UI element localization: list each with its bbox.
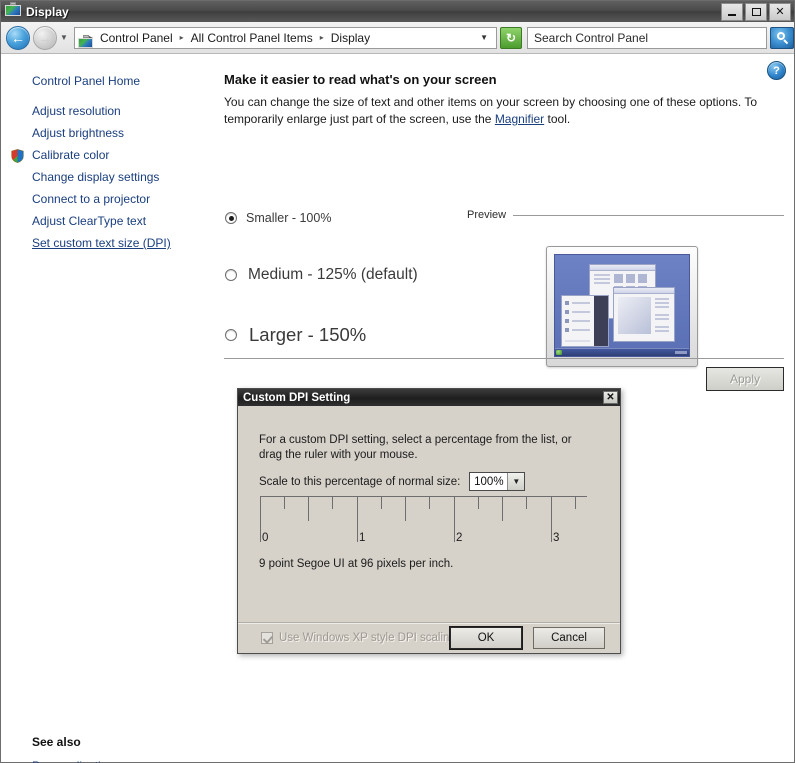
dialog-titlebar: Custom DPI Setting ✕ xyxy=(238,389,620,406)
option-smaller[interactable]: Smaller - 100% xyxy=(225,211,331,225)
minimize-button[interactable] xyxy=(721,3,743,21)
magnifier-icon xyxy=(776,32,788,45)
description-text-after: tool. xyxy=(544,112,571,126)
ok-button[interactable]: OK xyxy=(449,626,523,650)
breadcrumb-item-all-control-panel-items[interactable]: All Control Panel Items xyxy=(189,30,315,46)
dpi-note: 9 point Segoe UI at 96 pixels per inch. xyxy=(259,558,454,570)
page-description: You can change the size of text and othe… xyxy=(224,94,780,128)
sidebar-item-adjust-cleartype-text[interactable]: Adjust ClearType text xyxy=(1,214,146,228)
description-text-before: You can change the size of text and othe… xyxy=(224,95,758,126)
ruler-label-3: 3 xyxy=(553,532,560,544)
apply-button[interactable]: Apply xyxy=(706,367,784,391)
ruler-label-0: 0 xyxy=(262,532,269,544)
ruler-label-2: 2 xyxy=(456,532,463,544)
search-placeholder: Search Control Panel xyxy=(534,30,649,45)
dialog-title: Custom DPI Setting xyxy=(243,391,351,404)
preview-window-left xyxy=(561,295,609,347)
sidebar-item-set-custom-text-size-dpi[interactable]: Set custom text size (DPI) xyxy=(1,236,171,250)
breadcrumb-item-control-panel[interactable]: Control Panel xyxy=(98,30,175,46)
scale-value: 100% xyxy=(474,475,504,488)
scale-label: Scale to this percentage of normal size: xyxy=(259,475,461,488)
cancel-button[interactable]: Cancel xyxy=(533,627,605,649)
window-controls: ✕ xyxy=(721,3,791,21)
scale-percentage-row: Scale to this percentage of normal size:… xyxy=(259,472,526,491)
sidebar-item-change-display-settings[interactable]: Change display settings xyxy=(1,170,159,184)
monitor-icon xyxy=(5,1,21,19)
see-also-title: See also xyxy=(32,735,81,749)
history-dropdown-icon[interactable]: ▼ xyxy=(60,33,68,42)
forward-button[interactable]: → xyxy=(33,25,57,50)
scale-dropdown[interactable]: 100% ▼ xyxy=(469,472,526,491)
sidebar-item-adjust-resolution[interactable]: Adjust resolution xyxy=(1,104,121,118)
dpi-ruler[interactable]: 0 1 2 3 xyxy=(260,496,587,544)
sidebar-item-label: Calibrate color xyxy=(32,148,110,162)
radio-larger[interactable] xyxy=(225,329,237,341)
preview-divider xyxy=(513,214,784,216)
search-input[interactable]: Search Control Panel xyxy=(527,26,767,49)
minimize-icon xyxy=(728,14,736,16)
option-larger[interactable]: Larger - 150% xyxy=(225,324,366,346)
preview-window-front xyxy=(613,287,675,342)
chevron-down-icon[interactable]: ▼ xyxy=(475,33,493,42)
search-button[interactable] xyxy=(770,26,794,49)
back-button[interactable]: ← xyxy=(6,25,30,50)
sidebar-item-adjust-brightness[interactable]: Adjust brightness xyxy=(1,126,124,140)
option-medium-label: Medium - 125% (default) xyxy=(248,266,418,283)
preview-monitor-image xyxy=(546,246,698,367)
see-also-section: See also Personalization Devices and Pri… xyxy=(1,735,219,763)
sidebar-item-control-panel-home[interactable]: Control Panel Home xyxy=(1,74,140,88)
preview-start-orb xyxy=(556,350,562,355)
magnifier-link[interactable]: Magnifier xyxy=(495,112,544,126)
option-smaller-label: Smaller - 100% xyxy=(246,211,332,225)
breadcrumb-separator: ▸ xyxy=(179,33,184,42)
dialog-body: For a custom DPI setting, select a perce… xyxy=(238,406,620,655)
sidebar: Control Panel Home Adjust resolution Adj… xyxy=(1,54,219,763)
breadcrumb-item-display[interactable]: Display xyxy=(329,30,372,46)
option-medium[interactable]: Medium - 125% (default) xyxy=(225,266,418,284)
dialog-footer-divider xyxy=(238,622,620,624)
window-titlebar: Display ✕ xyxy=(1,1,794,22)
maximize-button[interactable] xyxy=(745,3,767,21)
window-title: Display xyxy=(26,4,69,19)
sidebar-item-calibrate-color[interactable]: Calibrate color xyxy=(1,148,110,163)
maximize-icon xyxy=(751,8,761,16)
shield-icon xyxy=(11,149,24,163)
address-toolbar: ← → ▼ ▸ Control Panel ▸ All Control Pane… xyxy=(1,22,794,54)
sidebar-item-personalization[interactable]: Personalization xyxy=(1,759,219,763)
preview-desktop xyxy=(554,254,690,357)
apply-divider xyxy=(224,358,784,359)
radio-medium[interactable] xyxy=(225,269,237,281)
preview-taskbar xyxy=(555,348,689,356)
ruler-label-1: 1 xyxy=(359,532,366,544)
chevron-down-icon: ▼ xyxy=(507,473,525,490)
radio-smaller[interactable] xyxy=(225,212,237,224)
preview-header: Preview xyxy=(467,209,784,221)
breadcrumb[interactable]: ▸ Control Panel ▸ All Control Panel Item… xyxy=(73,26,497,49)
sidebar-item-connect-to-a-projector[interactable]: Connect to a projector xyxy=(1,192,150,206)
dialog-close-button[interactable]: ✕ xyxy=(603,391,618,404)
xp-scaling-checkbox[interactable] xyxy=(261,632,273,644)
page-title: Make it easier to read what's on your sc… xyxy=(224,72,497,87)
custom-dpi-setting-dialog: Custom DPI Setting ✕ For a custom DPI se… xyxy=(237,388,621,654)
display-control-panel-window: Display ✕ ← → ▼ ▸ Control Panel ▸ All Co… xyxy=(0,0,795,763)
ruler-baseline xyxy=(260,496,587,497)
option-larger-label: Larger - 150% xyxy=(249,324,367,345)
xp-scaling-label: Use Windows XP style DPI scaling xyxy=(279,632,456,644)
breadcrumb-separator: ▸ xyxy=(319,33,324,42)
close-button[interactable]: ✕ xyxy=(769,3,791,21)
preview-system-tray xyxy=(675,351,687,354)
dialog-description: For a custom DPI setting, select a perce… xyxy=(259,434,572,461)
preview-label: Preview xyxy=(467,209,507,221)
refresh-button[interactable]: ↻ xyxy=(500,26,522,49)
xp-scaling-row[interactable]: Use Windows XP style DPI scaling xyxy=(261,632,456,644)
